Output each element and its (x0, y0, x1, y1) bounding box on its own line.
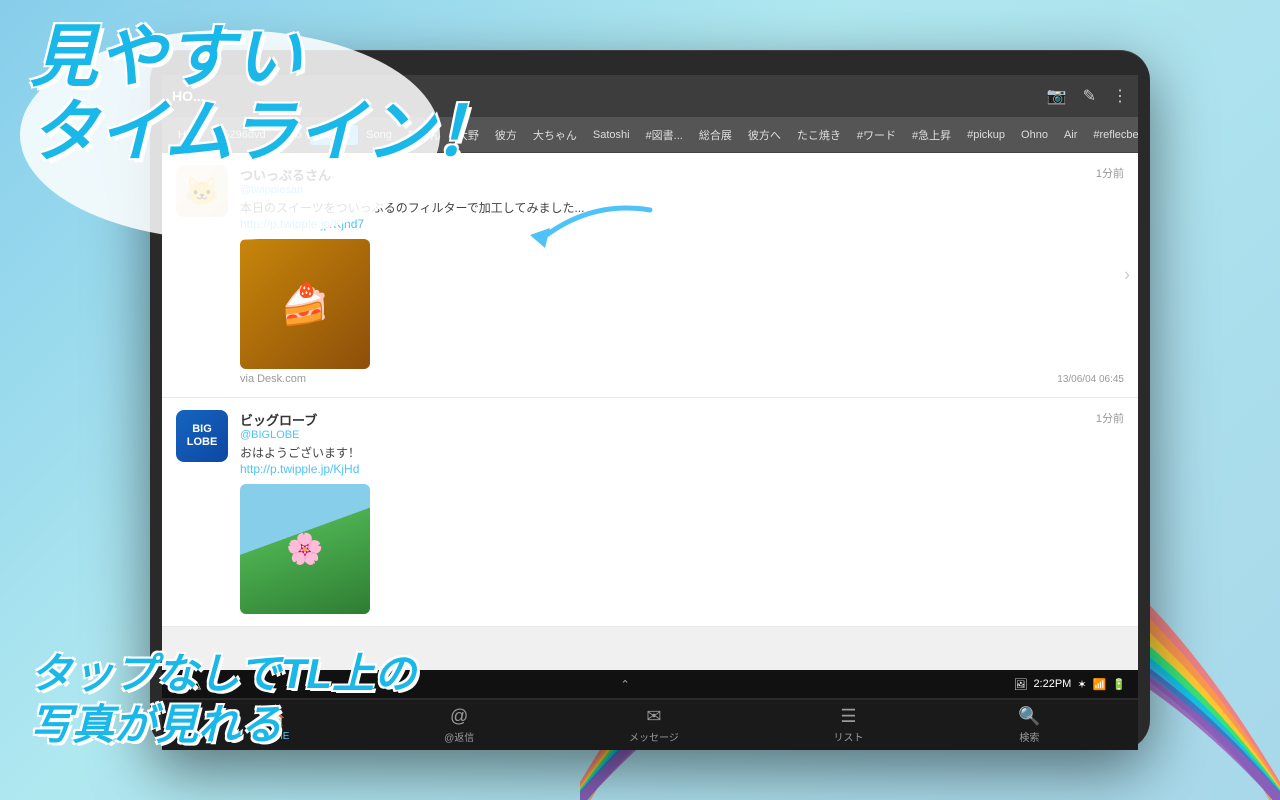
tab-hearts[interactable]: Hearts (310, 125, 358, 145)
tweet-item[interactable]: 🐱 ついっぷるさん @twipplesan 本日のスイーツをついっぷるのフィルタ… (162, 153, 1138, 398)
menu-icon[interactable]: ⋮ (1112, 86, 1128, 106)
tweet-username: ビッグローブ (240, 410, 1124, 429)
tweet-image[interactable]: 🍰 (240, 239, 370, 369)
avatar-image: BIGLOBE (176, 410, 228, 462)
tab-two[interactable]: Two (274, 125, 310, 145)
tweet-time: 1分前 (1096, 165, 1124, 181)
compose-icon[interactable]: ✎ (1083, 86, 1096, 106)
avatar: BIGLOBE (176, 410, 228, 462)
app-title: HO... (172, 88, 205, 104)
tweet-via: via Desk.com (240, 373, 1124, 385)
bottom-nav: 🏠 HOME @ @返信 ✉ メッセージ ☰ リスト 🔍 検索 (162, 700, 1138, 750)
tweet-handle[interactable]: @twipplesan (240, 184, 1124, 196)
tweet-image[interactable]: 🌸 (240, 484, 370, 614)
tweet-text: おはようございます！ (240, 444, 1124, 462)
time-display: 2:22PM (1033, 678, 1071, 690)
tab-takoyaki[interactable]: たこ焼き (789, 123, 849, 147)
tab-bar: Ho... #5296dvd Two Hearts Song 智くん 大野 彼方… (162, 117, 1138, 153)
app-header: HO... 📷 ✎ ⋮ (162, 75, 1138, 117)
tab-air[interactable]: Air (1056, 125, 1085, 145)
tab-ohno2[interactable]: Ohno (1013, 125, 1056, 145)
tweet-date: 13/06/04 06:45 (1057, 374, 1124, 385)
timeline: 🐱 ついっぷるさん @twipplesan 本日のスイーツをついっぷるのフィルタ… (162, 153, 1138, 627)
back-icon[interactable]: ◁ (174, 678, 182, 691)
tablet-screen: HO... 📷 ✎ ⋮ Ho... #5296dvd Two Hearts So… (162, 75, 1138, 695)
tab-kanatahe[interactable]: 彼方へ (740, 123, 789, 147)
battery-icon: 🔋 (1112, 678, 1126, 691)
tweet-item[interactable]: BIGLOBE ビッグローブ @BIGLOBE おはようございます！ http:… (162, 398, 1138, 627)
tab-kanata[interactable]: 彼方 (487, 123, 525, 147)
nav-search[interactable]: 🔍 検索 (1018, 706, 1040, 744)
tab-satoshi-kun[interactable]: 智くん (400, 123, 449, 147)
nav-home[interactable]: 🏠 HOME (259, 708, 289, 742)
search-icon: 🔍 (1018, 706, 1040, 727)
tab-home[interactable]: Ho... (170, 125, 209, 145)
camera-icon[interactable]: 📷 (1047, 86, 1067, 106)
nav-home-label: HOME (259, 731, 289, 742)
tweet-content: ビッグローブ @BIGLOBE おはようございます！ http://p.twip… (240, 410, 1124, 614)
wifi-icon: 📶 (1093, 678, 1107, 691)
tab-satoshi[interactable]: Satoshi (585, 125, 638, 145)
nav-message[interactable]: ✉ メッセージ (629, 706, 679, 744)
bluetooth-icon: ✶ (1077, 678, 1086, 691)
status-bar: ◁ △ □ ⊞ ⌃ 🖼 2:22PM ✶ 📶 🔋 (162, 670, 1138, 698)
chevron-right-icon[interactable]: › (1124, 265, 1130, 286)
tweet-link[interactable]: http://p.twipple.jp/KjHd (240, 462, 1124, 476)
tweet-content: ついっぷるさん @twipplesan 本日のスイーツをついっぷるのフィルターで… (240, 165, 1124, 385)
tweet-username: ついっぷるさん (240, 165, 1124, 184)
tab-ohno[interactable]: 大野 (449, 123, 487, 147)
nav-message-label: メッセージ (629, 729, 679, 744)
tab-word[interactable]: #ワード (849, 123, 904, 147)
recents-icon[interactable]: □ (211, 678, 218, 690)
tablet-frame: HO... 📷 ✎ ⋮ Ho... #5296dvd Two Hearts So… (150, 50, 1150, 750)
food-photo: 🍰 (240, 239, 370, 369)
tweet-time: 1分前 (1096, 410, 1124, 426)
tab-tosho[interactable]: #図書... (638, 123, 691, 147)
avatar: 🐱 (176, 165, 228, 217)
home-icon: 🏠 (263, 708, 285, 729)
tab-sougouten[interactable]: 総合展 (691, 123, 740, 147)
nav-list[interactable]: ☰ リスト (833, 706, 863, 744)
nav-list-label: リスト (833, 729, 863, 744)
tab-kyuujousho[interactable]: #急上昇 (904, 123, 959, 147)
message-icon: ✉ (646, 706, 661, 727)
home-icon[interactable]: △ (192, 678, 200, 691)
tab-5296dvd[interactable]: #5296dvd (209, 125, 273, 145)
list-icon: ☰ (840, 706, 856, 727)
menu-icon[interactable]: ⊞ (228, 678, 237, 691)
gesture-indicator: ⌃ (621, 678, 630, 691)
tab-daichan[interactable]: 大ちゃん (525, 123, 585, 147)
avatar-image: 🐱 (176, 165, 228, 217)
tweet-text: 本日のスイーツをついっぷるのフィルターで加工してみました... (240, 199, 1124, 217)
tab-reflecbeat[interactable]: #reflecbeat_ac (1085, 125, 1138, 145)
screenshot-icon: 🖼 (1013, 678, 1027, 691)
status-right: 🖼 2:22PM ✶ 📶 🔋 (1013, 678, 1126, 691)
tab-song[interactable]: Song (358, 125, 400, 145)
status-left: ◁ △ □ ⊞ (174, 678, 237, 691)
nature-photo: 🌸 (240, 484, 370, 614)
tweet-handle[interactable]: @BIGLOBE (240, 429, 1124, 441)
reply-icon: @ (450, 706, 468, 727)
tweet-link[interactable]: http://p.twipple.jp/Kjhd7 (240, 217, 1124, 231)
nav-reply[interactable]: @ @返信 (444, 706, 474, 744)
nav-search-label: 検索 (1019, 729, 1039, 744)
tab-pickup[interactable]: #pickup (959, 125, 1013, 145)
header-icons: 📷 ✎ ⋮ (1047, 86, 1128, 106)
nav-reply-label: @返信 (444, 729, 474, 744)
